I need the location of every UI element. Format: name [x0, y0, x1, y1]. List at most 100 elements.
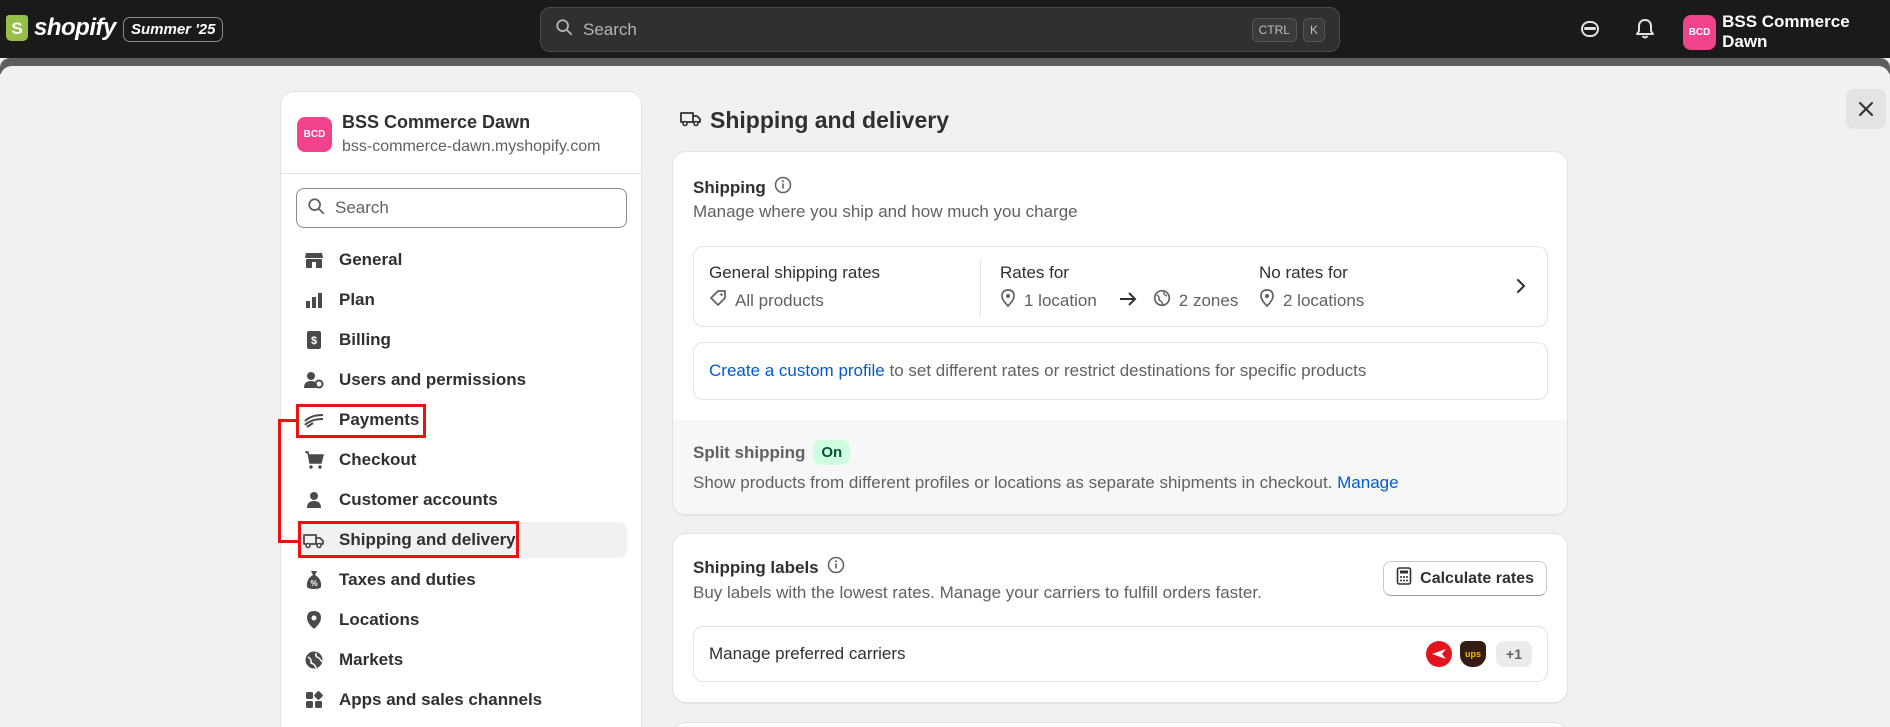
- settings-sidebar: BCD BSS Commerce Dawn bss-commerce-dawn.…: [280, 91, 642, 727]
- globe-icon: [303, 649, 325, 671]
- no-rates-heading: No rates for: [1259, 263, 1348, 282]
- manage-carriers-label: Manage preferred carriers: [709, 644, 906, 663]
- more-carriers-badge: +1: [1496, 641, 1532, 667]
- shopify-bag-icon: S: [6, 15, 28, 41]
- shipping-labels-title: Shipping labels: [693, 556, 845, 579]
- next-card-partial: [672, 722, 1568, 727]
- info-icon[interactable]: [827, 556, 845, 579]
- custom-profile-row: Create a custom profile to set different…: [693, 342, 1548, 400]
- store-header[interactable]: BCD BSS Commerce Dawn bss-commerce-dawn.…: [281, 92, 641, 174]
- shipping-labels-subtitle: Buy labels with the lowest rates. Manage…: [693, 583, 1262, 602]
- general-rates-column: General shipping rates All products: [709, 263, 880, 312]
- no-rates-detail: 2 locations: [1259, 289, 1364, 312]
- sidebar-item-locations[interactable]: Locations: [297, 602, 627, 638]
- shipping-subtitle: Manage where you ship and how much you c…: [693, 202, 1078, 221]
- taxes-icon: %: [303, 569, 325, 591]
- all-products: All products: [709, 289, 880, 312]
- svg-text:%: %: [310, 579, 317, 588]
- rates-location-count: 1 location: [1024, 290, 1097, 310]
- truck-icon: [303, 529, 325, 551]
- settings-search-input[interactable]: Search: [296, 188, 627, 228]
- calculator-icon: [1396, 567, 1412, 590]
- page-title-text: Shipping and delivery: [710, 107, 949, 133]
- create-custom-profile-link[interactable]: Create a custom profile: [709, 361, 885, 381]
- sidebar-item-users[interactable]: Users and permissions: [297, 362, 627, 398]
- status-badge: On: [813, 440, 851, 465]
- cart-icon: [303, 449, 325, 471]
- shipping-labels-title-text: Shipping labels: [693, 557, 819, 577]
- svg-text:$: $: [311, 335, 317, 347]
- canada-post-icon: [1426, 641, 1453, 667]
- close-settings-button[interactable]: [1846, 89, 1886, 129]
- top-bar: S shopify Summer '25 Search CTRL K BCD B…: [0, 0, 1890, 58]
- manage-split-shipping-link[interactable]: Manage: [1337, 473, 1398, 492]
- billing-icon: $: [303, 329, 325, 351]
- payments-icon: [303, 409, 325, 431]
- sidebar-item-plan[interactable]: Plan: [297, 282, 627, 318]
- sidebar-item-label: Plan: [339, 290, 375, 309]
- truck-icon: [680, 109, 702, 132]
- split-shipping-title: Split shipping On: [693, 440, 851, 465]
- rates-for-detail: 1 location 2 zones: [1000, 289, 1238, 312]
- split-shipping-description: Show products from different profiles or…: [693, 473, 1399, 493]
- sidebar-item-label: Shipping and delivery: [339, 530, 516, 549]
- sidebar-item-label: Taxes and duties: [339, 570, 476, 589]
- calculate-rates-button[interactable]: Calculate rates: [1383, 561, 1547, 596]
- split-shipping-text: Show products from different profiles or…: [693, 473, 1338, 492]
- split-shipping-title-text: Split shipping: [693, 442, 806, 462]
- sidebar-item-customer-accounts[interactable]: Customer accounts: [297, 482, 627, 518]
- sidekick-icon[interactable]: [1576, 15, 1604, 43]
- plan-icon: [303, 289, 325, 311]
- general-rates-heading: General shipping rates: [709, 263, 881, 282]
- ups-icon: ups: [1460, 641, 1487, 667]
- rates-for-column: Rates for 1 location 2 zones: [1000, 263, 1238, 312]
- search-placeholder: Search: [583, 19, 637, 39]
- sidebar-item-markets[interactable]: Markets: [297, 642, 627, 678]
- search-icon: [555, 18, 573, 41]
- account-menu[interactable]: BCD BSS Commerce Dawn: [1683, 12, 1890, 52]
- general-shipping-rates-row[interactable]: General shipping rates All products Rate…: [693, 246, 1548, 327]
- settings-search-placeholder: Search: [335, 198, 389, 217]
- person-icon: [303, 489, 325, 511]
- sidebar-item-shipping[interactable]: Shipping and delivery: [297, 522, 627, 558]
- calculate-rates-label: Calculate rates: [1420, 569, 1534, 587]
- apps-icon: [303, 689, 325, 711]
- arrow-right-icon: [1119, 291, 1137, 311]
- store-name: BSS Commerce Dawn: [342, 112, 531, 132]
- all-products-label: All products: [735, 290, 824, 310]
- search-icon: [307, 197, 325, 220]
- manage-carriers-row[interactable]: Manage preferred carriers ups +1: [693, 626, 1548, 682]
- location-icon: [1259, 289, 1275, 312]
- custom-profile-description: to set different rates or restrict desti…: [884, 361, 1367, 380]
- sidebar-item-label: Users and permissions: [339, 370, 527, 389]
- sidebar-item-label: Billing: [339, 330, 391, 349]
- sidebar-item-label: Locations: [339, 610, 420, 629]
- info-icon[interactable]: [774, 176, 792, 199]
- sidebar-item-general[interactable]: General: [297, 242, 627, 278]
- avatar: BCD: [1683, 14, 1717, 50]
- edition-badge[interactable]: Summer '25: [123, 17, 224, 42]
- sidebar-item-payments[interactable]: Payments: [297, 402, 627, 438]
- shipping-card: Shipping Manage where you ship and how m…: [672, 151, 1568, 515]
- shopify-logo[interactable]: S shopify: [6, 14, 116, 42]
- rates-for-heading: Rates for: [1000, 263, 1069, 282]
- settings-nav: General Plan $ Billing Users and permiss…: [297, 242, 627, 722]
- sidebar-item-checkout[interactable]: Checkout: [297, 442, 627, 478]
- location-icon: [303, 609, 325, 631]
- sidebar-item-apps[interactable]: Apps and sales channels: [297, 682, 627, 718]
- chevron-right-icon: [1515, 277, 1527, 300]
- global-search-input[interactable]: Search CTRL K: [540, 7, 1340, 52]
- page-title: Shipping and delivery: [680, 107, 949, 134]
- sidebar-item-label: Checkout: [339, 450, 417, 469]
- split-shipping-section: Split shipping On Show products from dif…: [673, 420, 1567, 514]
- sidebar-item-billing[interactable]: $ Billing: [297, 322, 627, 358]
- shipping-labels-card: Shipping labels Buy labels with the lowe…: [672, 533, 1568, 703]
- sidebar-item-label: General: [339, 250, 403, 269]
- sidebar-item-label: Payments: [339, 410, 420, 429]
- no-rates-location-count: 2 locations: [1283, 290, 1365, 310]
- bell-icon[interactable]: [1631, 15, 1659, 43]
- sidebar-item-taxes[interactable]: % Taxes and duties: [297, 562, 627, 598]
- users-icon: [303, 369, 325, 391]
- shipping-title-text: Shipping: [693, 177, 766, 197]
- no-rates-column: No rates for 2 locations: [1259, 263, 1364, 312]
